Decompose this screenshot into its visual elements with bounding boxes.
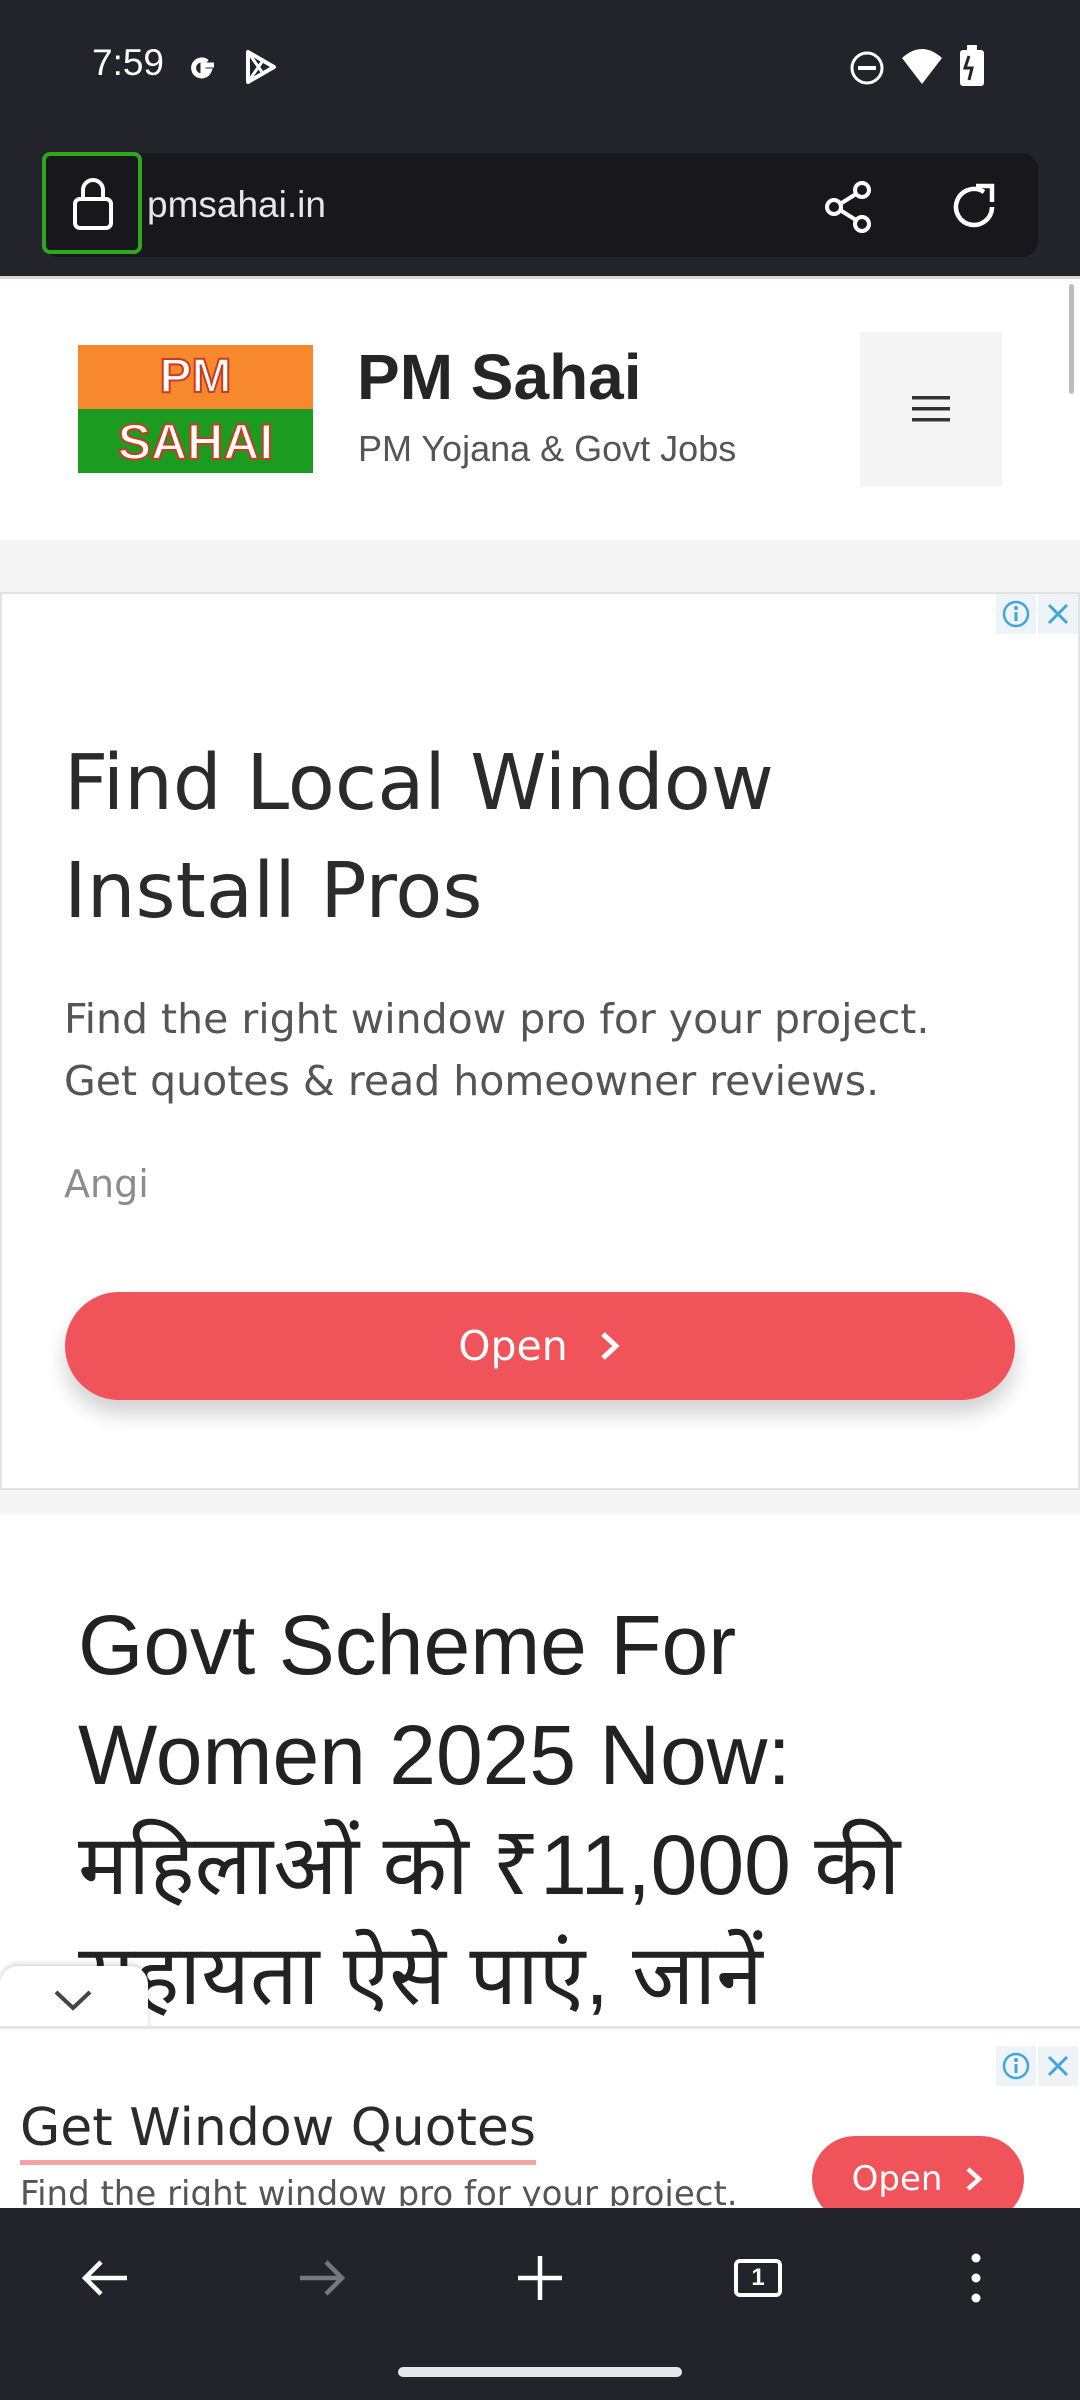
ad-info-icon[interactable] [996, 2046, 1036, 2086]
sticky-ad-headline[interactable]: Get Window Quotes [20, 2098, 536, 2165]
scrollbar[interactable] [1069, 284, 1074, 394]
play-store-icon [246, 50, 276, 84]
tab-switcher-button[interactable]: 1 [698, 2228, 818, 2328]
logo-text-sahai: SAHAI [117, 413, 275, 471]
site-tagline: PM Yojana & Govt Jobs [358, 428, 737, 469]
tab-count: 1 [734, 2259, 782, 2297]
ad-description: Find the right window pro for your proje… [64, 995, 930, 1105]
status-time: 7:59 [92, 42, 165, 83]
wifi-icon [902, 49, 942, 84]
back-button[interactable] [45, 2228, 165, 2328]
google-icon [191, 57, 214, 79]
site-logo[interactable]: PM SAHAI [78, 345, 313, 473]
hamburger-icon [912, 396, 950, 422]
chevron-right-icon [966, 2167, 983, 2191]
ad-close-icon[interactable] [1038, 2046, 1078, 2086]
sticky-ad-open-label: Open [851, 2159, 943, 2199]
overflow-menu-button[interactable] [916, 2228, 1036, 2328]
ad-advertiser: Angi [64, 1162, 149, 1206]
new-tab-button[interactable] [480, 2228, 600, 2328]
url-text[interactable]: pmsahai.in [147, 184, 326, 226]
chevron-right-icon [601, 1332, 620, 1360]
dnd-icon [850, 51, 884, 85]
arrow-right-icon [300, 2260, 346, 2296]
menu-button[interactable] [860, 332, 1002, 487]
forward-button[interactable] [262, 2228, 382, 2328]
ad-badges [996, 594, 1078, 634]
site-title[interactable]: PM Sahai [357, 340, 642, 414]
sticky-ad-badges [996, 2046, 1078, 2086]
section-divider [0, 1490, 1080, 1514]
reload-icon[interactable] [948, 180, 1002, 234]
section-divider [0, 540, 1080, 592]
battery-icon [960, 45, 984, 86]
ad-open-button[interactable]: Open [65, 1292, 1015, 1400]
ad-close-icon[interactable] [1038, 594, 1078, 634]
home-gesture-bar[interactable] [398, 2367, 682, 2377]
ad-headline[interactable]: Find Local Window Install Pros [64, 730, 984, 946]
plus-icon [518, 2256, 562, 2300]
arrow-left-icon [81, 2260, 127, 2296]
lock-icon [73, 178, 113, 230]
chevron-down-icon [54, 1990, 92, 2011]
more-vert-icon [971, 2253, 981, 2303]
ad-open-label: Open [458, 1322, 568, 1370]
ad-info-icon[interactable] [996, 594, 1036, 634]
logo-text-pm: PM [159, 349, 233, 404]
sticky-ad-description: Find the right window pro for your proje… [20, 2174, 738, 2206]
collapse-ad-button[interactable] [0, 1966, 148, 2032]
article-title: Govt Scheme For Women 2025 Now: महिलाओं … [78, 1598, 901, 2022]
share-icon[interactable] [822, 180, 876, 234]
